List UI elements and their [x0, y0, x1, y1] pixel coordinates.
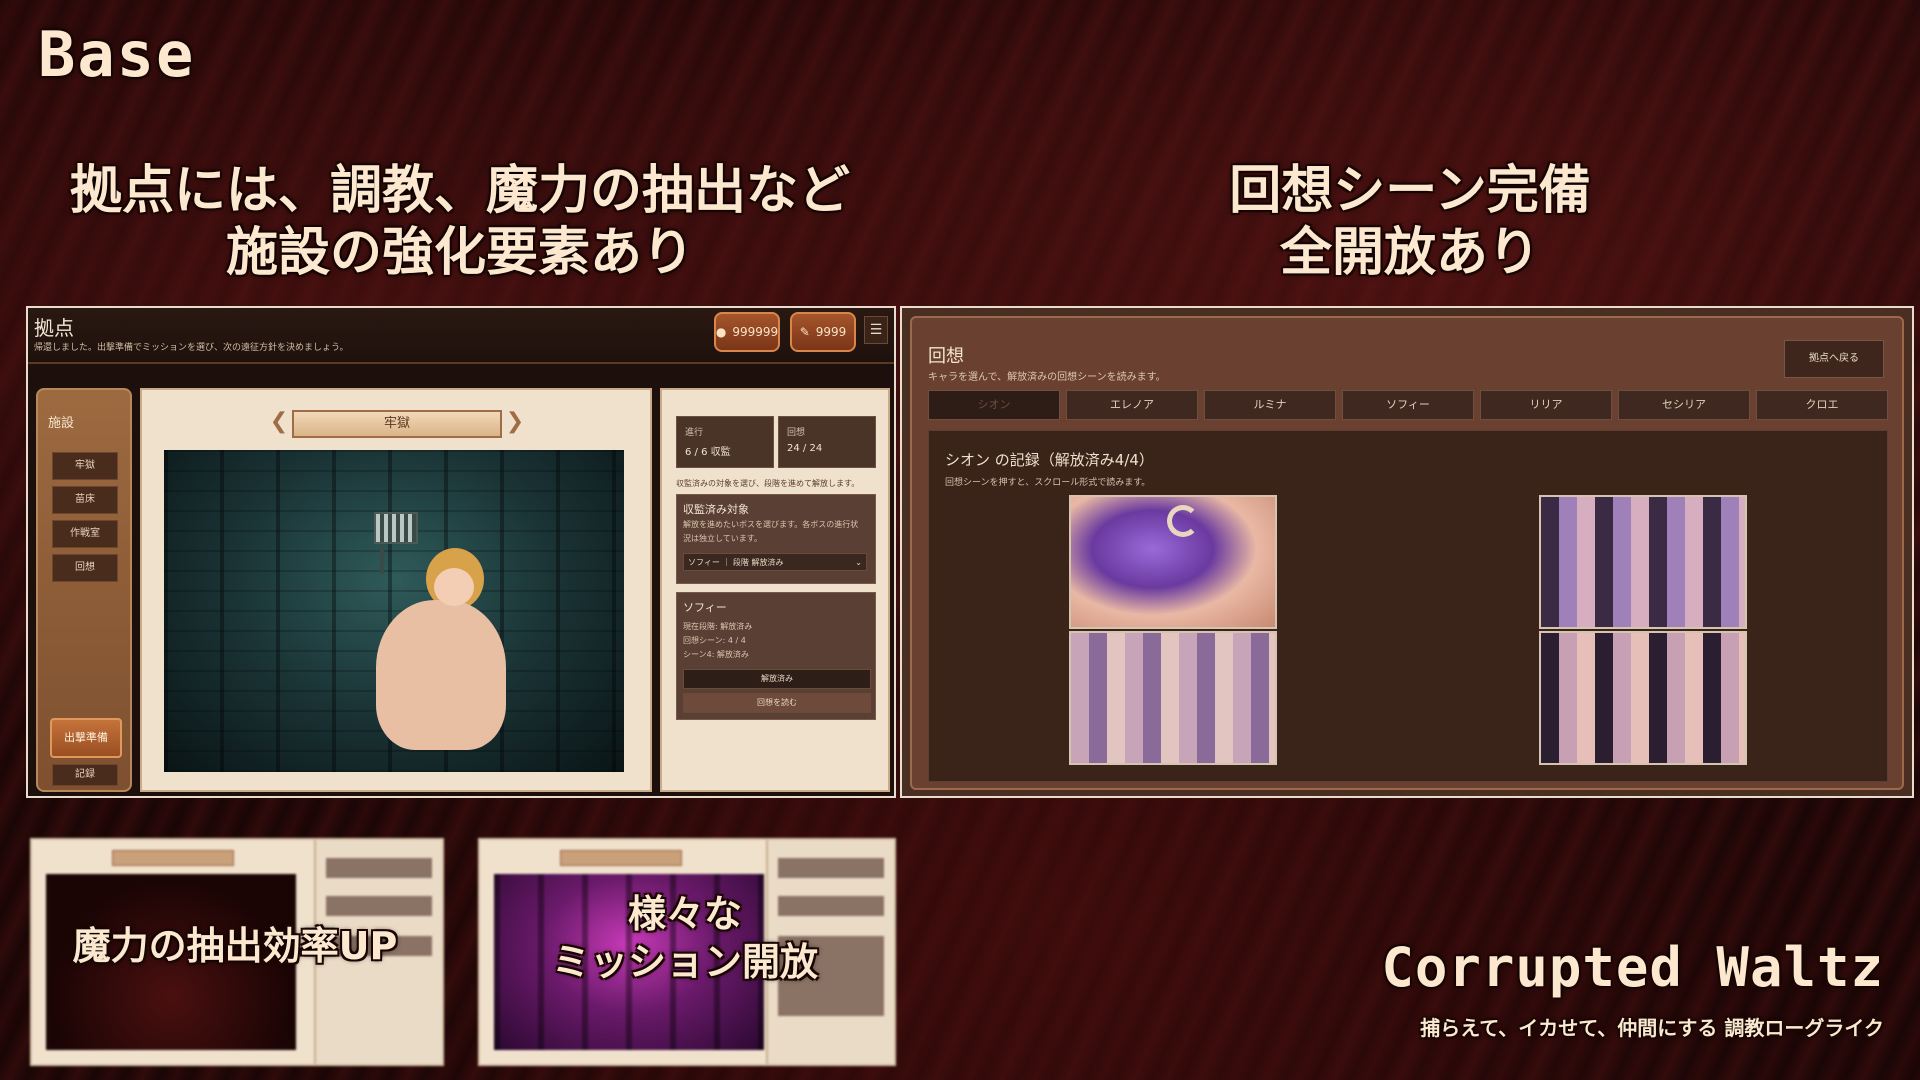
mini-side-block: [778, 858, 884, 878]
base-header-bar: 拠点 帰還しました。出撃準備でミッションを選び、次の遠征方針を決めましょう。 ●…: [28, 308, 894, 364]
caption-missions: 様々な ミッション開放: [510, 890, 860, 986]
recall-window: 回想 キャラを選んで、解放済みの回想シーンを読みます。 拠点へ戻る シオン エレ…: [910, 316, 1904, 790]
ribbon-right-ornament-icon: ❯: [505, 409, 525, 434]
left-caption-line1: 拠点には、調教、魔力の抽出など: [69, 161, 850, 221]
stat-recall: 回想 24 / 24: [778, 416, 876, 468]
currency-gold-value: 999999: [732, 325, 779, 339]
character-body: [376, 600, 506, 750]
base-subtitle: 帰還しました。出撃準備でミッションを選び、次の遠征方針を決めましょう。: [34, 343, 349, 353]
facilities-sidebar: 施設 牢獄 苗床 作戦室 回想 出撃準備 記録: [36, 388, 132, 792]
captive-name: ソフィー: [683, 601, 727, 614]
prison-cell-illustration: [164, 450, 624, 772]
recall-record-area: シオン の記録（解放済み4/4） 回想シーンを押すと、スクロール形式で読みます。: [928, 430, 1888, 782]
currency-gold: ● 999999: [714, 312, 780, 352]
caption-extraction: 魔力の抽出効率UP: [72, 924, 398, 968]
game-tagline: 捕らえて、イカせて、仲間にする 調教ローグライク: [1420, 1016, 1884, 1040]
captured-desc-1: 解放を進めたいボスを選びます。各ボスの進行状: [683, 520, 859, 529]
captive-detail-box: ソフィー 現在段階: 解放済み 回想シーン: 4 / 4 シーン4: 解放済み …: [676, 592, 876, 720]
ribbon-left-ornament-icon: ❮: [269, 409, 289, 434]
tab-lumina[interactable]: ルミナ: [1204, 390, 1336, 420]
caption-missions-line2: ミッション開放: [551, 940, 818, 984]
tab-cecilia[interactable]: セシリア: [1618, 390, 1750, 420]
stat-progress-label: 進行: [685, 428, 704, 438]
facility-recall-button[interactable]: 回想: [52, 554, 118, 582]
menu-button[interactable]: ☰: [864, 316, 888, 344]
mini-ribbon: [560, 850, 682, 866]
captured-title: 収監済み対象: [683, 503, 749, 516]
character-face: [434, 568, 474, 606]
recall-scene-thumb-3[interactable]: [1539, 495, 1747, 629]
read-recall-button[interactable]: 回想を読む: [683, 693, 871, 713]
prison-view: ❮ 牢獄 ❯: [140, 388, 652, 792]
section-title-base: Base: [38, 18, 196, 91]
right-caption: 回想シーン完備 全開放あり: [1010, 160, 1810, 284]
recall-screen-panel: 回想 キャラを選んで、解放済みの回想シーンを読みます。 拠点へ戻る シオン エレ…: [900, 306, 1914, 798]
coin-icon: ●: [715, 325, 727, 339]
stat-progress: 進行 6 / 6 収監: [676, 416, 774, 468]
tab-eleanor[interactable]: エレノア: [1066, 390, 1198, 420]
recall-scene-thumb-4[interactable]: [1539, 631, 1747, 765]
prison-note: 収監済みの対象を選び、段階を進めて解放します。: [676, 479, 860, 488]
base-title: 拠点: [34, 316, 74, 340]
currency-mana: ✎ 9999: [790, 312, 856, 352]
captive-recall-count: 回想シーン: 4 / 4: [683, 636, 746, 645]
released-button[interactable]: 解放済み: [683, 669, 871, 689]
right-caption-line1: 回想シーン完備: [1229, 161, 1591, 221]
left-caption-line2: 施設の強化要素あり: [225, 223, 694, 283]
room-name-banner: 牢獄: [292, 410, 502, 438]
sortie-button[interactable]: 出撃準備: [50, 718, 122, 758]
recall-scene-thumb-2[interactable]: [1069, 631, 1277, 765]
record-hint: 回想シーンを押すと、スクロール形式で読みます。: [945, 478, 1151, 488]
prison-info-panel: 進行 6 / 6 収監 回想 24 / 24 収監済みの対象を選び、段階を進めて…: [660, 388, 890, 792]
facility-nursery-button[interactable]: 苗床: [52, 486, 118, 514]
feather-icon: ✎: [799, 325, 810, 339]
chevron-down-icon: ⌄: [855, 558, 862, 567]
right-caption-line2: 全開放あり: [1279, 223, 1540, 283]
recall-scene-thumb-1[interactable]: [1069, 495, 1277, 629]
tab-sophie[interactable]: ソフィー: [1342, 390, 1474, 420]
record-button[interactable]: 記録: [52, 764, 118, 786]
horn-icon: [1167, 505, 1199, 537]
base-screen-panel: 拠点 帰還しました。出撃準備でミッションを選び、次の遠征方針を決めましょう。 ●…: [26, 306, 896, 798]
left-caption: 拠点には、調教、魔力の抽出など 施設の強化要素あり: [40, 160, 880, 284]
facility-strategy-button[interactable]: 作戦室: [52, 520, 118, 548]
currency-mana-value: 9999: [815, 325, 847, 339]
caption-missions-line1: 様々な: [627, 892, 742, 936]
record-title: シオン の記録（解放済み4/4）: [945, 451, 1154, 469]
captured-targets-box: 収監済み対象 解放を進めたいボスを選びます。各ボスの進行状 況は独立しています。…: [676, 494, 876, 584]
mini-side-block: [326, 896, 432, 916]
facility-prison-button[interactable]: 牢獄: [52, 452, 118, 480]
captured-desc-2: 況は独立しています。: [683, 534, 762, 543]
captive-stage: 現在段階: 解放済み: [683, 622, 753, 631]
stat-recall-value: 24 / 24: [787, 443, 823, 454]
stat-progress-value: 6 / 6 収監: [685, 447, 731, 458]
recall-title: 回想: [928, 346, 964, 367]
barred-window-icon: [374, 512, 418, 574]
tab-lilia[interactable]: リリア: [1480, 390, 1612, 420]
game-logo: Corrupted Waltz: [1381, 936, 1884, 999]
captive-scene4: シーン4: 解放済み: [683, 650, 749, 659]
captured-select-value: ソフィー ｜ 段階 解放済み: [688, 558, 784, 567]
mini-side-block: [326, 858, 432, 878]
recall-subtitle: キャラを選んで、解放済みの回想シーンを読みます。: [928, 372, 1166, 383]
mini-ribbon: [112, 850, 234, 866]
tab-chloe[interactable]: クロエ: [1756, 390, 1888, 420]
back-to-base-button[interactable]: 拠点へ戻る: [1784, 340, 1884, 378]
tab-shion[interactable]: シオン: [928, 390, 1060, 420]
captured-target-select[interactable]: ソフィー ｜ 段階 解放済み ⌄: [683, 553, 867, 571]
stat-recall-label: 回想: [787, 428, 806, 438]
facilities-title: 施設: [48, 416, 75, 431]
